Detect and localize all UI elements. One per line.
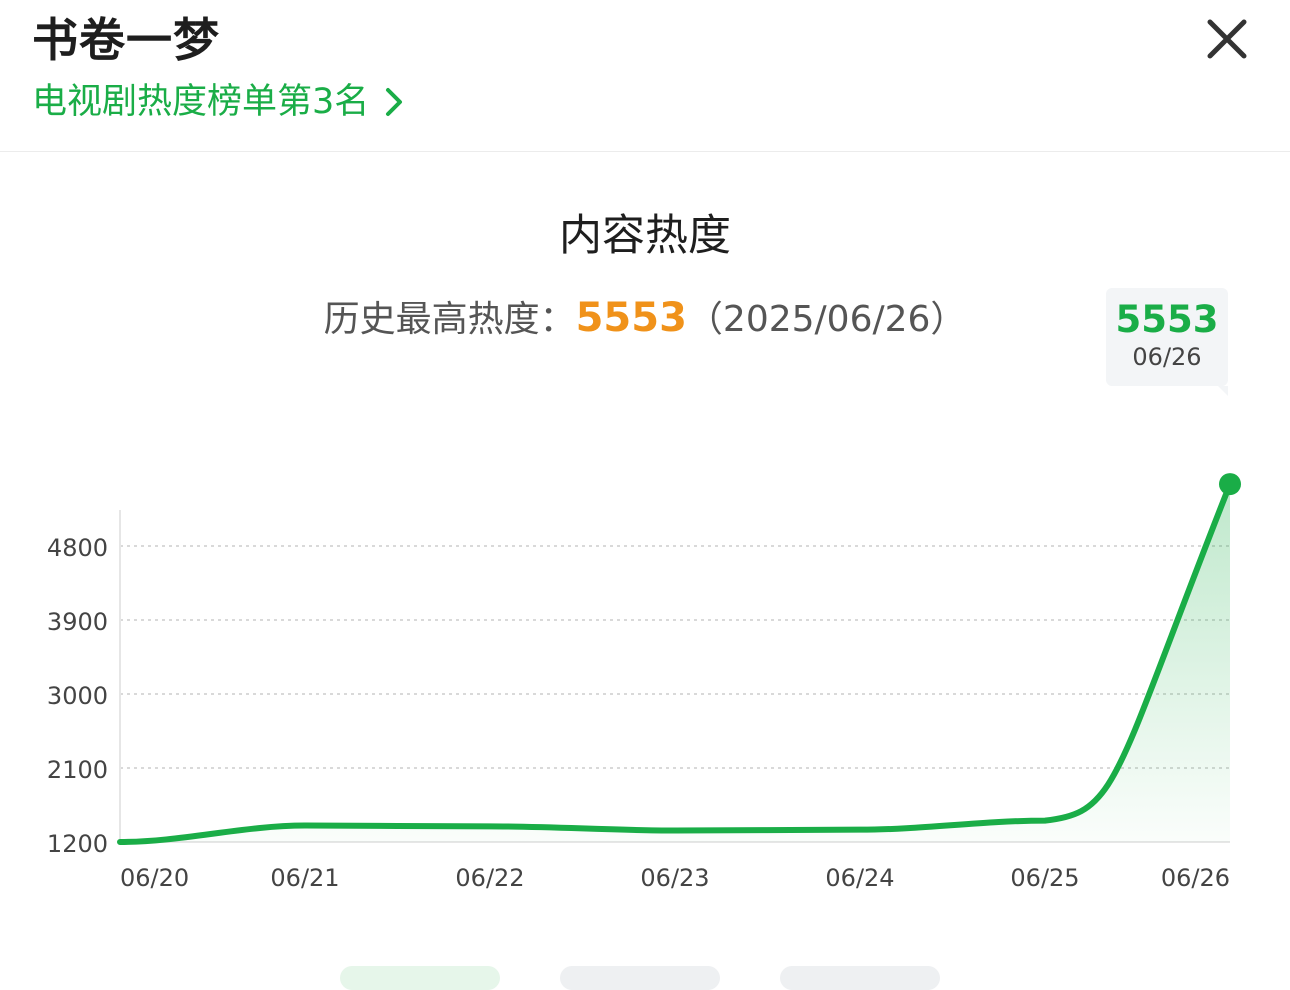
footer-tab[interactable] — [560, 966, 720, 990]
x-tick-label: 06/22 — [455, 864, 524, 892]
x-tick-label: 06/23 — [640, 864, 709, 892]
footer-tab[interactable] — [780, 966, 940, 990]
rank-link[interactable]: 电视剧热度榜单第3名 — [32, 78, 407, 126]
rank-link-label: 电视剧热度榜单第3名 — [32, 82, 370, 122]
header: 书卷一梦 电视剧热度榜单第3名 — [0, 0, 1290, 152]
x-tick-label: 06/26 — [1161, 864, 1230, 892]
chevron-right-icon — [386, 88, 403, 116]
peak-label: 历史最高热度： — [323, 299, 576, 340]
peak-summary: 历史最高热度：5553（2025/06/26） — [0, 292, 1290, 346]
chart-tooltip: 5553 06/26 — [1106, 288, 1228, 396]
y-tick-label: 2100 — [47, 756, 108, 784]
chart-title: 内容热度 — [559, 211, 731, 261]
highlight-point[interactable] — [1219, 473, 1241, 496]
y-tick-label: 3000 — [47, 682, 108, 710]
heat-chart[interactable]: 1200 2100 3000 3900 4800 06/20 06/21 06/22 06/23… — [0, 440, 1290, 910]
peak-date: （2025/06/26） — [686, 299, 967, 340]
x-tick-label: 06/21 — [270, 864, 339, 892]
close-icon[interactable] — [1202, 14, 1252, 64]
series-line — [117, 481, 1233, 845]
series-area — [120, 484, 1230, 842]
footer-strip — [0, 958, 1290, 990]
chart-series — [117, 473, 1241, 845]
chart-grid — [120, 545, 1230, 769]
x-tick-label: 06/20 — [120, 864, 189, 892]
peak-value: 5553 — [575, 295, 687, 341]
y-tick-label: 1200 — [47, 830, 108, 858]
tooltip-date: 06/26 — [1132, 343, 1202, 371]
show-title: 书卷一梦 — [32, 13, 220, 67]
x-tick-label: 06/25 — [1010, 864, 1079, 892]
footer-tab[interactable] — [340, 966, 500, 990]
y-tick-label: 4800 — [47, 534, 108, 562]
x-tick-label: 06/24 — [825, 864, 894, 892]
tooltip-value: 5553 — [1115, 298, 1219, 341]
y-tick-label: 3900 — [47, 608, 108, 636]
